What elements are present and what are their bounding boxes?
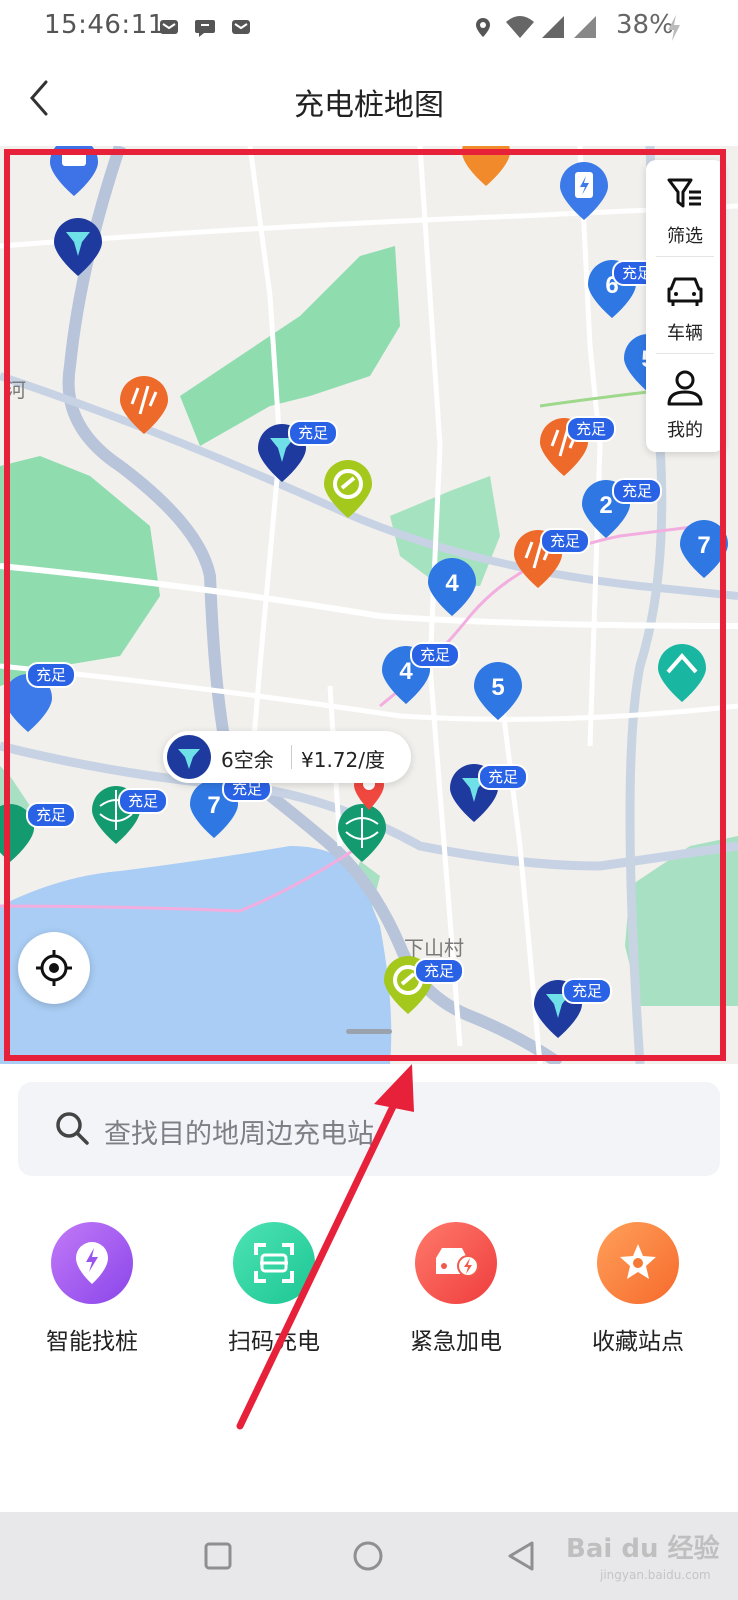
smart-find-button[interactable]: 智能找桩 bbox=[12, 1222, 172, 1362]
wifi-icon bbox=[506, 16, 534, 38]
watermark-url: jingyan.baidu.com bbox=[600, 1568, 711, 1582]
recent-apps-icon[interactable] bbox=[204, 1542, 232, 1570]
scan-charge-label: 扫码充电 bbox=[228, 1329, 320, 1355]
emergency-car-icon bbox=[415, 1222, 497, 1304]
home-icon[interactable] bbox=[352, 1540, 384, 1572]
status-time: 15:46:11 bbox=[44, 10, 165, 40]
message-icon bbox=[195, 20, 215, 37]
page-title: 充电桩地图 bbox=[294, 88, 444, 123]
mail-icon bbox=[232, 20, 250, 34]
scan-icon bbox=[233, 1222, 315, 1304]
search-icon bbox=[56, 1112, 89, 1145]
location-icon bbox=[476, 18, 490, 37]
watermark-brand: Bai du 经验 bbox=[566, 1534, 720, 1564]
smart-find-icon bbox=[51, 1222, 133, 1304]
emergency-charge-button[interactable]: 紧急加电 bbox=[376, 1222, 536, 1362]
mail-icon bbox=[160, 20, 178, 34]
favorite-stations-button[interactable]: 收藏站点 bbox=[558, 1222, 718, 1362]
charging-icon bbox=[668, 15, 680, 41]
highlight-frame bbox=[4, 149, 726, 1061]
search-input[interactable]: 查找目的地周边充电站 bbox=[18, 1082, 720, 1176]
search-placeholder: 查找目的地周边充电站 bbox=[104, 1119, 374, 1150]
signal-icon bbox=[574, 16, 596, 38]
back-icon[interactable] bbox=[506, 1540, 536, 1572]
smart-find-label: 智能找桩 bbox=[46, 1329, 138, 1355]
signal-icon bbox=[542, 16, 564, 38]
star-icon bbox=[597, 1222, 679, 1304]
favorite-stations-label: 收藏站点 bbox=[592, 1329, 684, 1355]
emergency-charge-label: 紧急加电 bbox=[410, 1329, 502, 1355]
scan-charge-button[interactable]: 扫码充电 bbox=[194, 1222, 354, 1362]
